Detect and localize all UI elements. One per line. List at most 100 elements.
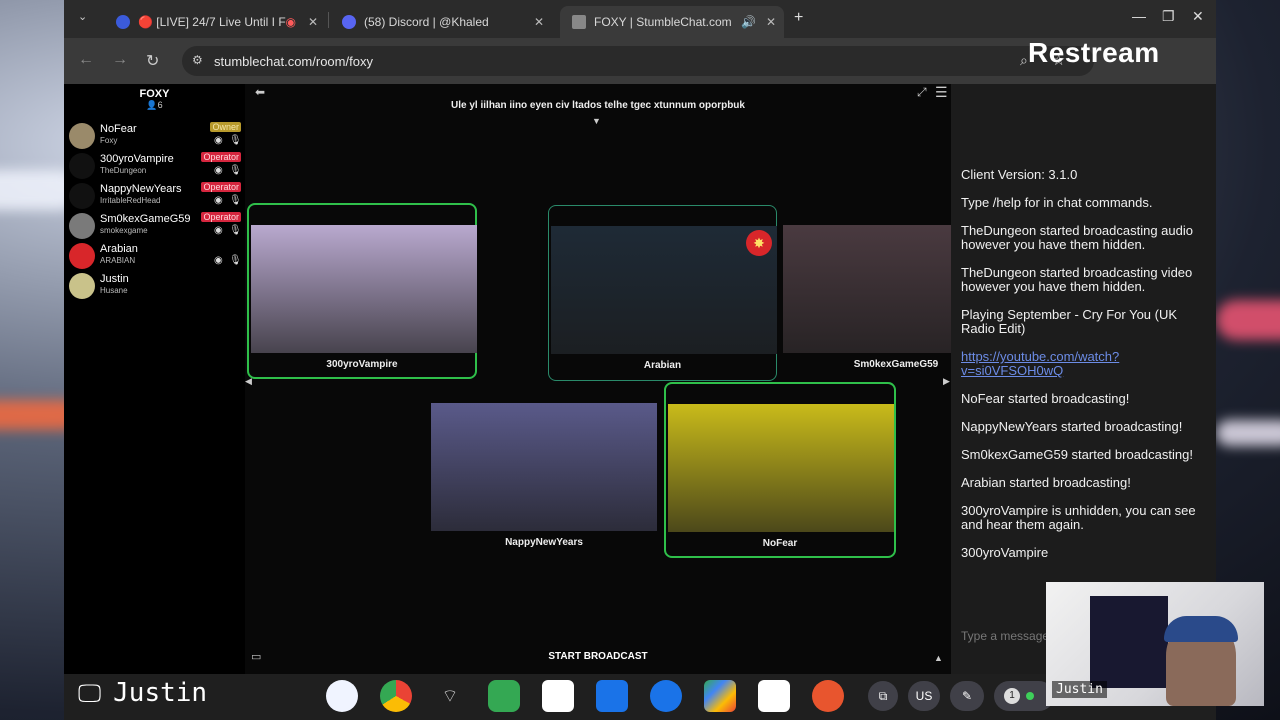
- files-icon[interactable]: [596, 680, 628, 712]
- minimize-icon[interactable]: —: [1132, 8, 1146, 24]
- badge-icon: ✸: [746, 230, 772, 256]
- chat-message: Arabian started broadcasting!: [961, 475, 1131, 490]
- mic-icon[interactable]: 🎙: [229, 255, 242, 266]
- user-row[interactable]: NoFear Foxy Owner ◉ 🎙: [64, 121, 245, 151]
- menu-icon[interactable]: ☰: [935, 84, 948, 101]
- fullscreen-icon[interactable]: ⤢: [917, 85, 927, 100]
- scroll-right-icon[interactable]: ▶: [943, 376, 950, 387]
- user-row[interactable]: Arabian ARABIAN ◉ 🎙: [64, 241, 245, 271]
- chat-message: Type /help for in chat commands.: [961, 195, 1153, 210]
- tab-strip: ⌄ 🔴 [LIVE] 24/7 Live Until I F ◉ ✕ (58) …: [64, 0, 1216, 38]
- avatar: [69, 153, 95, 179]
- zoom-icon[interactable]: ⌕: [1020, 52, 1028, 69]
- tab-title: 🔴 [LIVE] 24/7 Live Until I F: [138, 15, 286, 29]
- ime-tray[interactable]: US: [908, 681, 940, 711]
- close-tab-icon[interactable]: ✕: [766, 15, 776, 29]
- chat-message: Sm0kexGameG59 started broadcasting!: [961, 447, 1193, 462]
- shelf-user-name: Justin: [113, 678, 208, 708]
- cam-label: NappyNewYears: [505, 537, 583, 548]
- user-row[interactable]: Justin Husane: [64, 271, 245, 301]
- close-tab-icon[interactable]: ✕: [308, 15, 318, 29]
- avatar: [69, 273, 95, 299]
- user-nickname: Husane: [100, 286, 128, 295]
- user-nickname: smokexgame: [100, 226, 148, 235]
- cam-tile[interactable]: ✸ Arabian: [548, 205, 777, 381]
- tab-separator: [328, 12, 329, 28]
- cast-icon[interactable]: ⌔: [434, 680, 466, 712]
- user-name: 300yroVampire: [100, 153, 174, 165]
- chat-input[interactable]: Type a message: [961, 629, 1049, 643]
- expand-up-icon[interactable]: ▲: [934, 653, 943, 663]
- mic-icon[interactable]: 🎙: [229, 195, 242, 206]
- close-tab-icon[interactable]: ✕: [534, 15, 544, 29]
- recording-icon: ◉: [285, 15, 296, 29]
- url-text: stumblechat.com/room/foxy: [214, 54, 373, 69]
- chat-message: 300yroVampire is unhidden, you can see a…: [961, 503, 1196, 532]
- site-info-icon[interactable]: ⚙: [192, 53, 203, 67]
- mic-icon[interactable]: 🎙: [229, 135, 242, 146]
- pen-tray[interactable]: ✎: [950, 681, 984, 711]
- avatar: [69, 183, 95, 209]
- page-favicon-icon: [572, 15, 586, 29]
- chat-link[interactable]: https://youtube.com/watch?v=si0VFSOH0wQ: [961, 350, 1209, 378]
- room-topic: Ule yl iilhan iino eyen civ ltados telhe…: [451, 100, 745, 111]
- close-window-icon[interactable]: ✕: [1192, 8, 1204, 25]
- messages-icon[interactable]: [650, 680, 682, 712]
- tab-title: (58) Discord | @Khaled: [364, 15, 489, 29]
- address-bar[interactable]: ⚙ stumblechat.com/room/foxy ⌕ ☆: [182, 46, 1094, 76]
- shelf-user: 🖵 Justin: [78, 678, 207, 708]
- role-badge: Owner: [210, 122, 241, 132]
- tab-stumblechat[interactable]: FOXY | StumbleChat.com 🔊 ✕: [560, 6, 784, 38]
- back-arrow-icon[interactable]: ⬅: [255, 85, 265, 99]
- cam-icon[interactable]: ◉: [214, 195, 223, 206]
- clipboard-tray[interactable]: ⧉: [868, 681, 898, 711]
- webcam-name: Justin: [1052, 681, 1107, 698]
- user-row[interactable]: Sm0kexGameG59 smokexgame Operator ◉ 🎙: [64, 211, 245, 241]
- back-icon[interactable]: ←: [78, 51, 94, 69]
- chrome-icon[interactable]: [380, 680, 412, 712]
- cam-tile[interactable]: NappyNewYears: [429, 383, 659, 559]
- tab-restream-live[interactable]: 🔴 [LIVE] 24/7 Live Until I F ◉ ✕: [104, 6, 326, 38]
- cam-icon[interactable]: ◉: [214, 135, 223, 146]
- scroll-left-icon[interactable]: ◀: [245, 376, 252, 387]
- forward-icon[interactable]: →: [112, 51, 128, 69]
- new-tab-icon[interactable]: +: [794, 9, 803, 27]
- gmail-icon[interactable]: [542, 680, 574, 712]
- tab-title: FOXY | StumbleChat.com: [594, 15, 732, 29]
- tab-search-icon[interactable]: ⌄: [78, 10, 87, 23]
- start-broadcast-button[interactable]: START BROADCAST: [245, 651, 951, 662]
- user-name: NoFear: [100, 123, 137, 135]
- play-store-icon[interactable]: [704, 680, 736, 712]
- tab-discord[interactable]: (58) Discord | @Khaled ✕: [330, 6, 552, 38]
- cam-video: [431, 403, 657, 531]
- launcher-icon[interactable]: [326, 680, 358, 712]
- cam-icon[interactable]: ◉: [214, 165, 223, 176]
- discord-favicon-icon: [342, 15, 356, 29]
- user-name: Arabian: [100, 243, 138, 255]
- canvas-icon[interactable]: [812, 680, 844, 712]
- chat-message: TheDungeon started broadcasting video ho…: [961, 265, 1193, 294]
- mic-icon[interactable]: 🎙: [229, 165, 242, 176]
- cam-tile[interactable]: 300yroVampire: [247, 203, 477, 379]
- role-badge: Operator: [201, 182, 241, 192]
- maximize-icon[interactable]: ❐: [1162, 8, 1175, 25]
- app-grid-icon[interactable]: [488, 680, 520, 712]
- expand-topic-icon[interactable]: ▼: [592, 116, 601, 126]
- cam-label: Arabian: [643, 360, 682, 371]
- meet-icon[interactable]: [758, 680, 790, 712]
- reload-icon[interactable]: ↻: [146, 51, 159, 71]
- audio-playing-icon[interactable]: 🔊: [741, 15, 756, 29]
- user-row[interactable]: NappyNewYears IrritableRedHead Operator ◉ 🎙: [64, 181, 245, 211]
- notification-tray[interactable]: 1: [994, 681, 1054, 711]
- cam-icon[interactable]: ◉: [214, 225, 223, 236]
- chat-message: 300yroVampire: [961, 545, 1049, 560]
- user-nickname: TheDungeon: [100, 166, 147, 175]
- wallpaper-streak: [1216, 420, 1280, 446]
- mic-icon[interactable]: 🎙: [229, 225, 242, 236]
- notification-count: 1: [1004, 688, 1020, 704]
- cam-icon[interactable]: ◉: [214, 255, 223, 266]
- cam-tile[interactable]: NoFear: [664, 382, 896, 558]
- user-nickname: IrritableRedHead: [100, 196, 161, 205]
- user-list: FOXY 👤6 NoFear Foxy Owner ◉ 🎙 300yroVampire Th…: [64, 84, 245, 674]
- user-row[interactable]: 300yroVampire TheDungeon Operator ◉ 🎙: [64, 151, 245, 181]
